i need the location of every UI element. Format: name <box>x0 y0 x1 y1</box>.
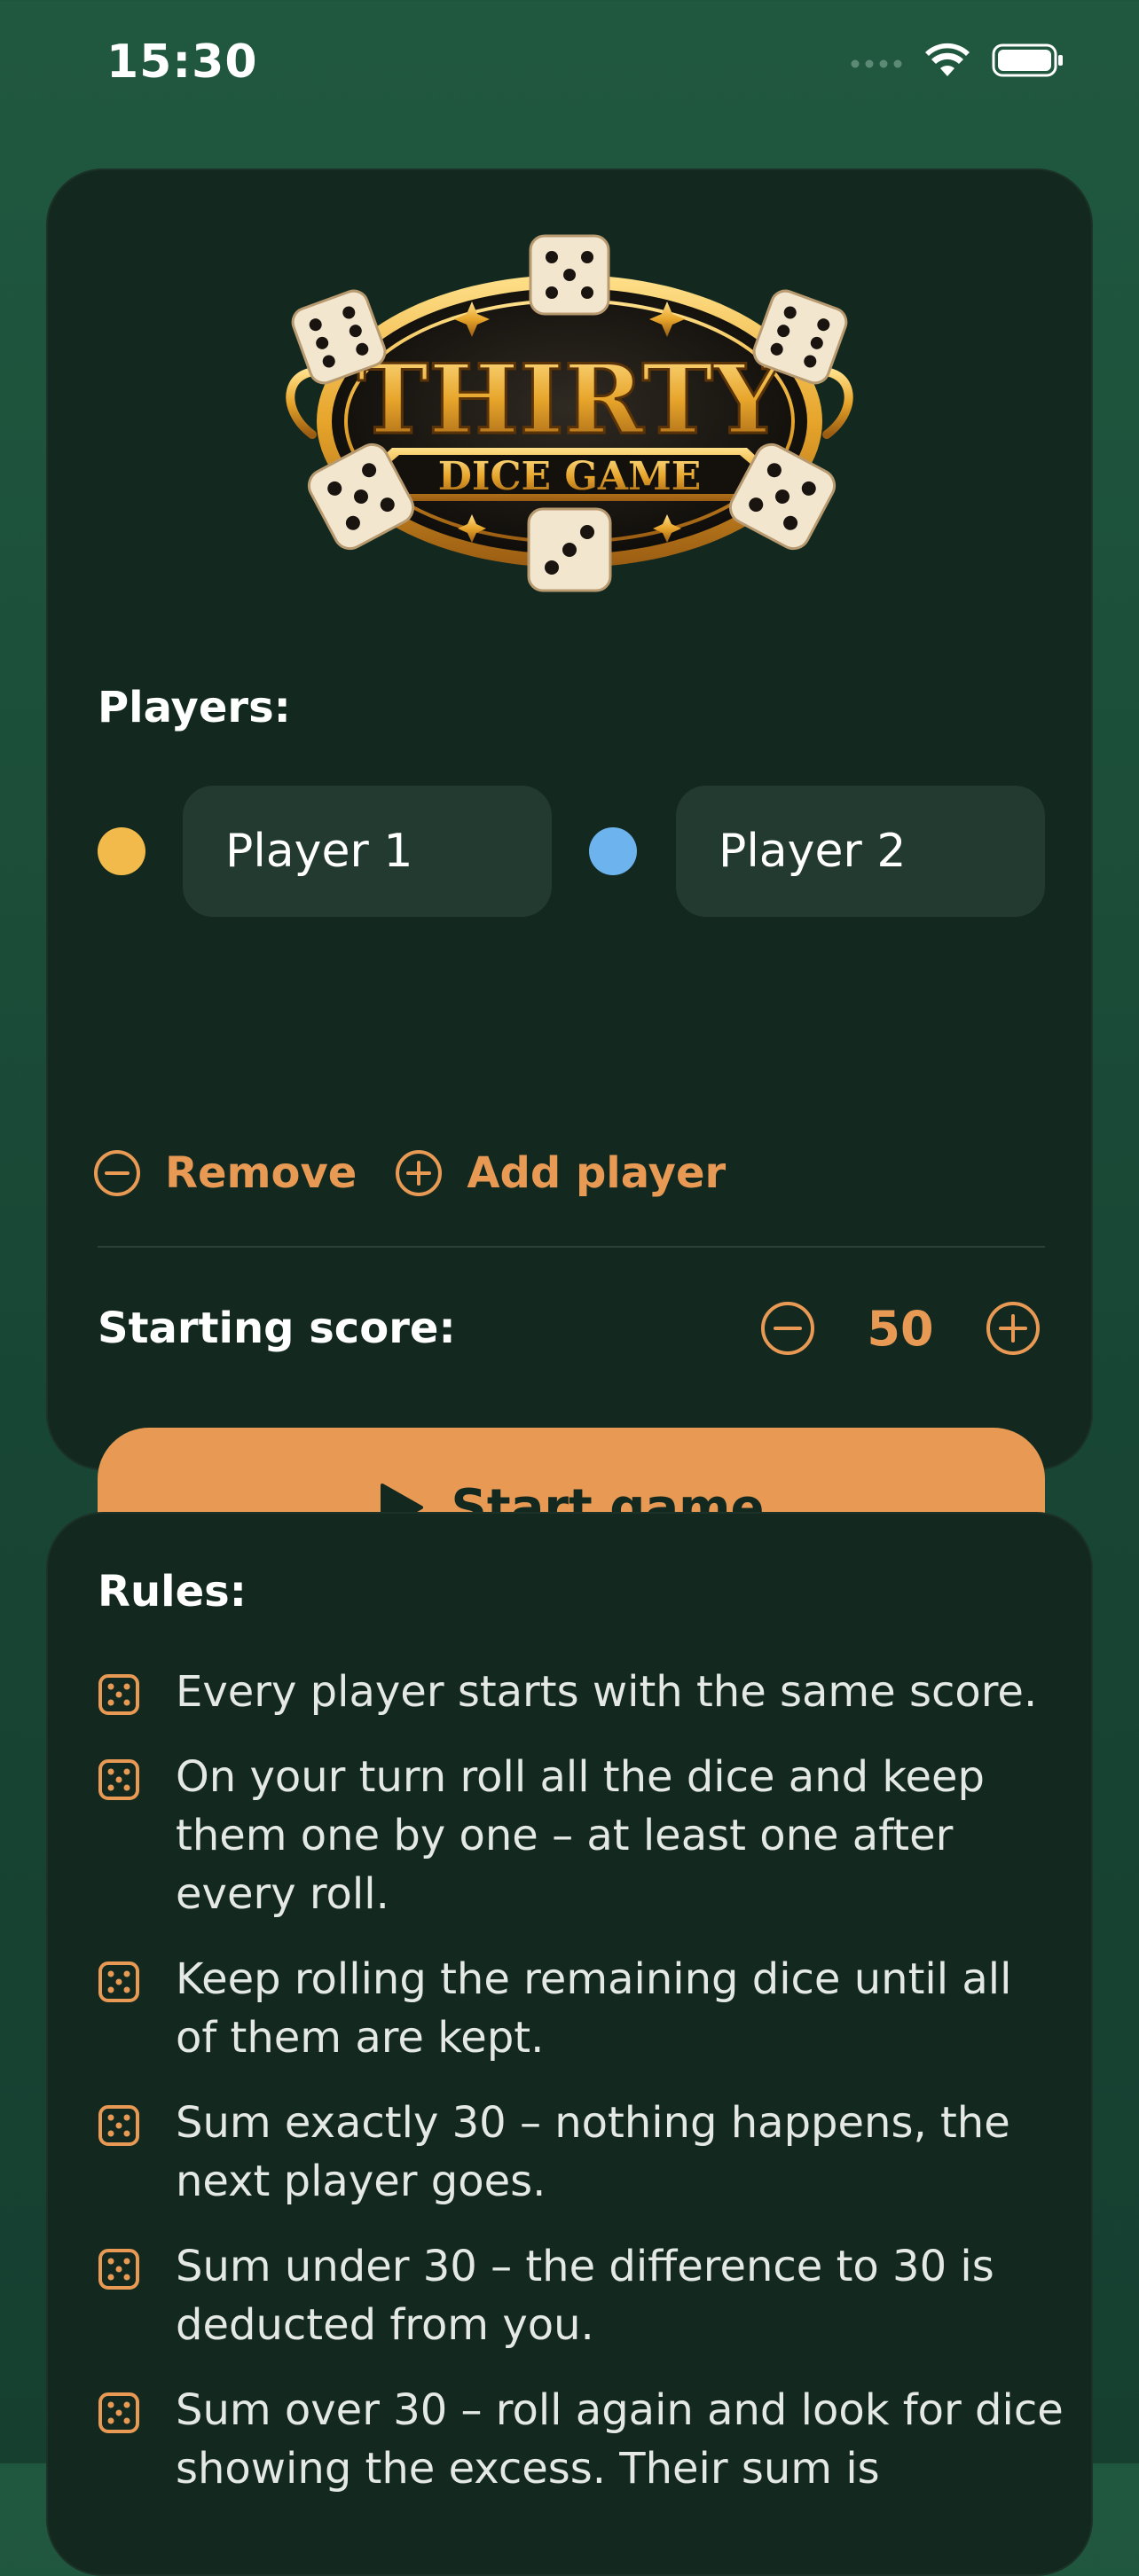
dice-five-icon <box>98 2249 139 2290</box>
minus-circle-icon <box>94 1150 140 1196</box>
status-time: 15:30 <box>106 35 258 89</box>
dice-five-icon <box>98 1674 139 1715</box>
rule-item: Sum over 30 – roll again and look for di… <box>98 2381 1064 2498</box>
dice-five-icon <box>98 1759 139 1800</box>
rule-text: Sum exactly 30 – nothing happens, the ne… <box>176 2098 1010 2206</box>
die-bottom-icon <box>527 507 612 592</box>
section-divider <box>98 1246 1045 1248</box>
remove-player-button[interactable]: Remove <box>92 1148 357 1198</box>
logo-subtitle: DICE GAME <box>438 454 702 499</box>
player-2-name-input[interactable] <box>676 786 1045 917</box>
status-icons <box>850 43 1064 78</box>
dice-five-icon <box>98 2105 139 2146</box>
increase-score-button[interactable] <box>985 1300 1041 1357</box>
rule-item: Sum under 30 – the difference to 30 is d… <box>98 2237 1064 2354</box>
rule-text: On your turn roll all the dice and keep … <box>176 1752 985 1919</box>
rule-text: Keep rolling the remaining dice until al… <box>176 1954 1012 2063</box>
players-row <box>98 786 1045 917</box>
dice-five-icon <box>98 2392 139 2433</box>
cellular-signal-icon <box>851 59 902 68</box>
battery-icon <box>992 43 1063 77</box>
rules-list: Every player starts with the same score.… <box>98 1663 1064 2525</box>
rule-item: Every player starts with the same score. <box>98 1663 1064 1721</box>
rule-text: Sum over 30 – roll again and look for di… <box>176 2385 1064 2494</box>
remove-player-label: Remove <box>165 1148 357 1198</box>
player-2-color-dot <box>589 827 637 875</box>
rule-item: Keep rolling the remaining dice until al… <box>98 1950 1064 2067</box>
dice-five-icon <box>98 1961 139 2002</box>
starting-score-label: Starting score: <box>98 1304 456 1353</box>
rule-text: Every player starts with the same score. <box>176 1667 1038 1717</box>
player-actions: Remove Add player <box>92 1138 763 1209</box>
player-1-name-input[interactable] <box>183 786 552 917</box>
thirty-logo: THIRTY DICE GAME <box>259 231 880 603</box>
logo-title: THIRTY <box>357 344 783 456</box>
status-bar: 15:30 <box>0 0 1139 133</box>
player-1-color-dot <box>98 827 145 875</box>
rules-card: Rules: Every player starts with the same… <box>46 1512 1093 2576</box>
players-label: Players: <box>98 683 291 732</box>
starting-score-stepper: 50 <box>759 1293 1041 1364</box>
starting-score-value: 50 <box>867 1300 934 1357</box>
setup-card: THIRTY DICE GAME Players: Player 1 Playe… <box>46 168 1093 1587</box>
rule-item: On your turn roll all the dice and keep … <box>98 1748 1064 1923</box>
plus-circle-icon <box>396 1150 443 1196</box>
rule-text: Sum under 30 – the difference to 30 is d… <box>176 2242 994 2350</box>
wifi-icon <box>925 43 970 76</box>
die-top-icon <box>529 234 610 316</box>
add-player-label: Add player <box>467 1148 727 1198</box>
add-player-button[interactable]: Add player <box>394 1148 726 1198</box>
decrease-score-button[interactable] <box>759 1300 816 1357</box>
rule-item: Sum exactly 30 – nothing happens, the ne… <box>98 2094 1064 2211</box>
rules-title: Rules: <box>98 1567 247 1617</box>
